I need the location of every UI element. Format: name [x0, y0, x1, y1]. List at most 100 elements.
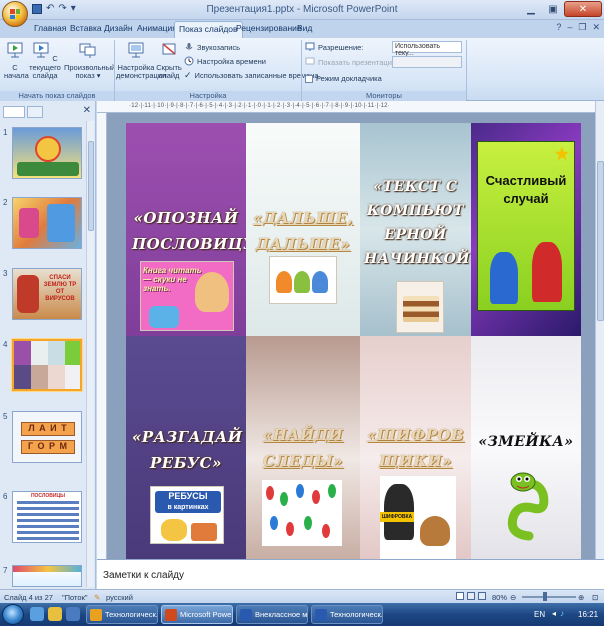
slideshow-view-button[interactable] — [478, 592, 486, 600]
panel-tabs — [0, 105, 96, 119]
media-icon[interactable] — [66, 607, 80, 621]
book-reading-image: Книга читать — скуки не знать. — [140, 261, 234, 331]
panel-close-icon[interactable]: ✕ — [83, 105, 91, 116]
slide-thumbnail[interactable]: ПОСЛОВИЦЫ — [12, 491, 82, 543]
taskbar-item[interactable]: Внеклассное м... — [236, 605, 308, 624]
taskbar-item[interactable]: Технологическ... — [86, 605, 158, 624]
record-narration-button[interactable]: Звукозапись — [184, 42, 240, 52]
tab-view[interactable]: Вид — [297, 23, 312, 33]
network-icon[interactable]: ◂ — [552, 609, 556, 618]
slide-thumbnail[interactable]: Л А И Т Г О Р М — [12, 411, 82, 463]
slide-thumbnail[interactable] — [12, 127, 82, 179]
slide-cell-7[interactable]: «ШИФРОВ ЩИКИ» ШИФРОВКА — [360, 336, 471, 559]
custom-show-button[interactable]: Произвольный показ ▾ — [64, 41, 115, 81]
use-timings-checkbox[interactable]: ✓ Использовать записанные времена — [184, 70, 319, 81]
window-title: Презентация1.pptx - Microsoft PowerPoint — [206, 4, 398, 15]
explorer-icon[interactable] — [48, 607, 62, 621]
taskbar-item-active[interactable]: Microsoft Powe... — [161, 605, 233, 624]
slide-thumbnail[interactable]: СПАСИ ЗЕМЛЮ ТР ОТ ВИРУСОВ — [12, 268, 82, 320]
language-indicator[interactable]: русский — [106, 593, 133, 602]
book-figure — [191, 523, 217, 541]
thumb-number: 2 — [3, 198, 8, 207]
slide-thumbnail[interactable] — [12, 197, 82, 249]
normal-view-button[interactable] — [456, 592, 464, 600]
thumb-decoration — [19, 208, 39, 238]
cell-title: «РАЗГАДАЙ РЕБУС» — [132, 428, 243, 472]
slide-thumbnail-selected[interactable] — [12, 339, 82, 391]
slide-canvas: «ОПОЗНАЙ ПОСЛОВИЦУ» Книга читать — скуки… — [107, 113, 595, 559]
start-button[interactable] — [2, 604, 24, 625]
maximize-button[interactable]: ▣ — [542, 1, 564, 17]
scroll-thumb[interactable] — [88, 141, 94, 231]
minimize-button[interactable]: ▁ — [520, 1, 542, 17]
slide-counter: Слайд 4 из 27 — [4, 593, 53, 602]
slide-cell-6[interactable]: «НАЙДИ СЛЕДЫ» — [246, 336, 360, 559]
setup-show-button[interactable]: Настройка демонстрации — [116, 41, 166, 81]
slides-panel-scrollbar[interactable] — [86, 121, 94, 587]
ie-icon[interactable] — [30, 607, 44, 621]
thumb-cell — [14, 365, 31, 389]
zoom-in-button[interactable]: ⊕ — [578, 593, 584, 602]
tab-animation[interactable]: Анимация — [137, 23, 177, 33]
record-narration-label: Звукозапись — [197, 42, 241, 52]
tab-slideshow[interactable]: Показ слайдов — [174, 21, 243, 38]
thumb-text: СПАСИ ЗЕМЛЮ ТР ОТ ВИРУСОВ — [43, 275, 77, 302]
slide-cell-8[interactable]: «ЗМЕЙКА» — [471, 336, 581, 559]
language-button[interactable]: EN — [534, 610, 545, 619]
slide-scrollbar[interactable] — [595, 101, 604, 559]
slide-cell-4[interactable]: Счастливый случай — [471, 123, 581, 336]
sorter-view-button[interactable] — [467, 592, 475, 600]
show-on-select[interactable] — [392, 56, 462, 68]
from-beginning-button[interactable]: С начала — [4, 41, 29, 81]
system-tray: EN ◂ ♪ 16:21 — [530, 603, 604, 626]
zoom-out-button[interactable]: ⊖ — [510, 593, 516, 602]
slide-thumbnail[interactable] — [12, 565, 82, 587]
use-timings-label: Использовать записанные времена — [194, 71, 319, 80]
rebus-subtitle: в картинках — [167, 504, 209, 511]
tab-home[interactable]: Главная — [34, 23, 66, 33]
notes-pane[interactable]: Заметки к слайду — [97, 559, 604, 589]
hide-slide-button[interactable]: Скрыть слайд — [156, 41, 182, 81]
slide-cell-1[interactable]: «ОПОЗНАЙ ПОСЛОВИЦУ» Книга читать — скуки… — [126, 123, 246, 336]
spellcheck-icon[interactable]: ✎ — [94, 593, 100, 602]
zoom-level[interactable]: 80% — [492, 593, 507, 602]
help-icon[interactable]: ? — [556, 22, 561, 33]
thumb-number: 4 — [3, 340, 8, 349]
slide-cell-2[interactable]: «ДАЛЬШЕ, ДАЛЬШЕ» — [246, 123, 360, 336]
cake-slice — [403, 296, 439, 322]
doc-restore-button[interactable]: ❐ — [578, 22, 586, 33]
zoom-slider[interactable] — [522, 596, 576, 598]
group-label-start: Начать показ слайдов — [0, 91, 114, 101]
presenter-view-checkbox[interactable]: Режим докладчика — [305, 74, 382, 83]
yandex-icon — [90, 609, 102, 621]
taskbar-item[interactable]: Технологическ... — [311, 605, 383, 624]
presenter-view-label: Режим докладчика — [316, 74, 382, 83]
child-figure — [161, 519, 187, 541]
from-current-button[interactable]: С текущего слайда — [28, 41, 62, 81]
office-button[interactable] — [2, 1, 28, 27]
tab-review[interactable]: Рецензирование — [236, 23, 302, 33]
thumb-decoration — [13, 566, 81, 572]
doc-close-button[interactable]: ✕ — [592, 22, 600, 33]
word-icon — [240, 609, 252, 621]
resolution-value: Использовать теку... — [395, 43, 441, 57]
tab-insert[interactable]: Вставка — [70, 23, 102, 33]
doc-minimize-button[interactable]: – — [567, 22, 572, 33]
ribbon: С начала С текущего слайда Произвольный … — [0, 38, 604, 101]
slide-cell-5[interactable]: «РАЗГАДАЙ РЕБУС» РЕБУСЫ в картинках — [126, 336, 246, 559]
close-button[interactable]: ✕ — [564, 1, 602, 17]
outline-tab[interactable] — [27, 106, 43, 118]
clock[interactable]: 16:21 — [578, 610, 598, 619]
slides-tab[interactable] — [3, 106, 25, 118]
slide-cell-3[interactable]: «ТЕКСТ С КОМПЬЮТ ЕРНОЙ НАЧИНКОЙ» — [360, 123, 471, 336]
fit-slide-button[interactable]: ⊡ — [592, 593, 598, 602]
thumb-decoration — [17, 275, 39, 313]
rehearse-timings-button[interactable]: Настройка времени — [184, 56, 266, 66]
resolution-select[interactable]: Использовать теку... — [392, 41, 462, 57]
volume-icon[interactable]: ♪ — [560, 609, 564, 618]
rehearse-timings-label: Настройка времени — [197, 56, 266, 66]
microphone-icon — [185, 43, 193, 50]
zoom-slider-thumb[interactable] — [543, 592, 547, 601]
tab-design[interactable]: Дизайн — [104, 23, 133, 33]
scroll-thumb[interactable] — [597, 161, 604, 321]
